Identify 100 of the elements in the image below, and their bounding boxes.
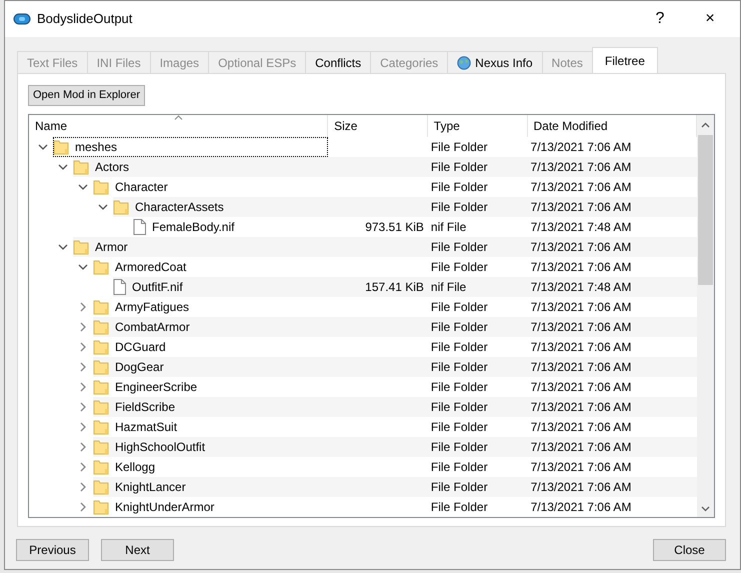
expand-chevron-icon[interactable] [80,402,86,412]
file-icon [133,219,146,235]
tree-item[interactable]: KnightLancer [93,477,328,497]
folder-icon [93,359,109,375]
date-cell-text: 7/13/2021 7:06 AM [530,379,632,396]
folder-icon [93,479,109,495]
date-cell-text: 7/13/2021 7:48 AM [530,219,632,236]
tree-item[interactable]: DogGear [93,357,328,377]
date-cell: 7/13/2021 7:06 AM [528,477,698,497]
type-cell: File Folder [428,437,528,457]
date-cell: 7/13/2021 7:06 AM [528,237,697,257]
tree-item[interactable]: HazmatSuit [93,417,328,437]
collapse-chevron-icon[interactable] [58,244,68,250]
tree-item[interactable]: ArmoredCoat [93,257,328,277]
tree-item[interactable]: FieldScribe [93,397,328,417]
expand-chevron-icon[interactable] [80,362,86,372]
folder-icon [93,319,109,335]
tree-item[interactable]: DCGuard [93,337,328,357]
type-cell-text: File Folder [430,379,489,396]
folder-icon [113,199,129,215]
scrollbar[interactable] [697,114,714,517]
collapse-chevron-icon[interactable] [78,184,88,190]
expand-chevron-icon[interactable] [80,422,86,432]
date-cell: 7/13/2021 7:06 AM [528,357,698,377]
type-cell-text: File Folder [430,419,489,436]
next-button[interactable]: Next [101,539,174,561]
type-cell-text: File Folder [430,179,489,196]
type-cell-text: File Folder [430,459,489,476]
expand-chevron-icon[interactable] [80,382,86,392]
tree-item[interactable]: KnightUnderArmor [93,497,328,517]
date-cell: 7/13/2021 7:06 AM [528,197,697,217]
type-cell: File Folder [428,477,528,497]
type-cell: File Folder [428,357,528,377]
folder-icon [93,339,109,355]
expand-chevron-icon[interactable] [80,302,86,312]
date-cell: 7/13/2021 7:48 AM [528,277,697,297]
collapse-chevron-icon[interactable] [98,204,108,210]
previous-button[interactable]: Previous [16,539,89,561]
collapse-chevron-icon[interactable] [58,164,68,170]
file-icon [113,279,126,295]
type-cell-text: File Folder [430,499,489,516]
folder-icon [93,499,109,515]
tree-item[interactable]: Armor [73,237,328,257]
expand-chevron-icon[interactable] [80,502,86,512]
tree-item[interactable]: OutfitF.nif [113,277,328,297]
close-button[interactable]: × [688,7,732,31]
size-cell: 157.41 KiB [328,277,428,297]
scroll-up-icon[interactable] [701,122,710,128]
date-cell-text: 7/13/2021 7:06 AM [530,419,632,436]
tab[interactable]: Nexus Info [447,51,543,73]
folder-icon [73,159,89,175]
tree-item[interactable]: meshes [53,137,328,157]
tree-item[interactable]: Character [93,177,328,197]
tree-item[interactable]: HighSchoolOutfit [93,437,328,457]
type-cell-text: File Folder [430,339,489,356]
tree-item[interactable]: CharacterAssets [113,197,328,217]
tree-item[interactable]: ArmyFatigues [93,297,328,317]
folder-icon [93,399,109,415]
folder-icon [93,299,109,315]
expand-chevron-icon[interactable] [80,462,86,472]
column-header[interactable]: Name [29,114,328,137]
tree-item[interactable]: Actors [73,157,328,177]
tree-item[interactable]: Kellogg [93,457,328,477]
column-header[interactable]: Type [428,114,528,137]
type-cell: File Folder [428,397,528,417]
size-cell-text: 973.51 KiB [364,219,425,236]
collapse-chevron-icon[interactable] [38,144,48,150]
folder-icon [93,259,109,275]
type-cell: File Folder [428,157,528,177]
window-title: BodyslideOutput [37,10,134,28]
expand-chevron-icon[interactable] [80,342,86,352]
folder-icon [93,179,109,195]
date-cell-text: 7/13/2021 7:06 AM [530,179,632,196]
type-cell: File Folder [428,197,528,217]
type-cell-text: File Folder [430,259,489,276]
date-cell: 7/13/2021 7:06 AM [528,437,698,457]
folder-icon [53,139,69,155]
help-button[interactable]: ? [638,7,682,31]
type-cell: File Folder [428,317,528,337]
date-cell-text: 7/13/2021 7:06 AM [530,259,632,276]
date-cell-text: 7/13/2021 7:06 AM [530,499,632,516]
expand-chevron-icon[interactable] [80,482,86,492]
folder-icon [93,459,109,475]
tree-item[interactable]: CombatArmor [93,317,328,337]
date-cell-text: 7/13/2021 7:06 AM [530,459,632,476]
open-explorer-button[interactable]: Open Mod in Explorer [28,85,145,106]
tree-item[interactable]: EngineerScribe [93,377,328,397]
close-button[interactable]: Close [653,539,726,561]
column-header[interactable]: Size [328,114,428,137]
date-cell: 7/13/2021 7:06 AM [528,397,698,417]
scroll-thumb[interactable] [698,134,713,284]
expand-chevron-icon[interactable] [80,322,86,332]
tree-item[interactable]: FemaleBody.nif [133,217,328,237]
folder-icon [93,379,109,395]
date-cell-text: 7/13/2021 7:06 AM [530,339,632,356]
date-cell: 7/13/2021 7:06 AM [528,317,698,337]
scroll-down-icon[interactable] [701,506,710,512]
expand-chevron-icon[interactable] [80,442,86,452]
tab[interactable]: Filetree [592,47,658,73]
collapse-chevron-icon[interactable] [78,264,88,270]
